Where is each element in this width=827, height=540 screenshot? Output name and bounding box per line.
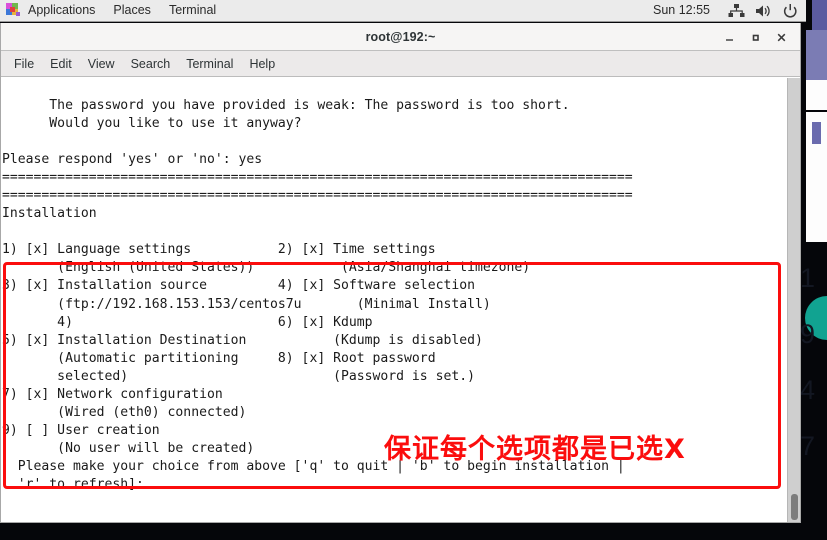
menu-edit[interactable]: Edit — [42, 52, 80, 76]
panel-tray: Sun 12:55 — [644, 0, 806, 21]
network-icon[interactable] — [727, 3, 746, 19]
menu-view[interactable]: View — [80, 52, 123, 76]
panel-menu-terminal[interactable]: Terminal — [160, 0, 225, 21]
gnome-top-panel: Applications Places Terminal Sun 12:55 — [0, 0, 806, 22]
panel-clock[interactable]: Sun 12:55 — [644, 0, 719, 21]
desktop-accent-purple-top — [812, 0, 827, 30]
power-icon[interactable] — [781, 3, 800, 19]
menu-file[interactable]: File — [6, 52, 42, 76]
desktop-ghost-digits: 1 9 4 7 — [800, 263, 816, 461]
terminal-scrollbar-thumb[interactable] — [791, 494, 798, 520]
terminal-menubar: File Edit View Search Terminal Help — [1, 51, 800, 77]
terminal-scrollbar[interactable] — [787, 78, 800, 522]
close-button[interactable] — [768, 24, 794, 50]
window-titlebar[interactable]: root@192:~ — [1, 23, 800, 51]
desktop-accent-purple-upper — [806, 30, 827, 80]
volume-icon[interactable] — [754, 3, 773, 19]
panel-menu-applications[interactable]: Applications — [19, 0, 104, 21]
desktop-accent-white-upper — [806, 80, 827, 110]
gnome-logo-icon[interactable] — [6, 3, 21, 18]
window-title: root@192:~ — [365, 29, 436, 44]
window-controls — [716, 23, 794, 51]
minimize-button[interactable] — [716, 24, 742, 50]
menu-help[interactable]: Help — [241, 52, 283, 76]
menu-search[interactable]: Search — [123, 52, 179, 76]
menu-terminal[interactable]: Terminal — [178, 52, 241, 76]
maximize-button[interactable] — [742, 24, 768, 50]
annotation-red-note: 保证每个选项都是已选X — [384, 434, 686, 465]
panel-menu-places[interactable]: Places — [104, 0, 160, 21]
terminal-window: root@192:~ File Edit View Search Termina… — [0, 23, 801, 523]
desktop-accent-purple-mid — [812, 122, 821, 144]
